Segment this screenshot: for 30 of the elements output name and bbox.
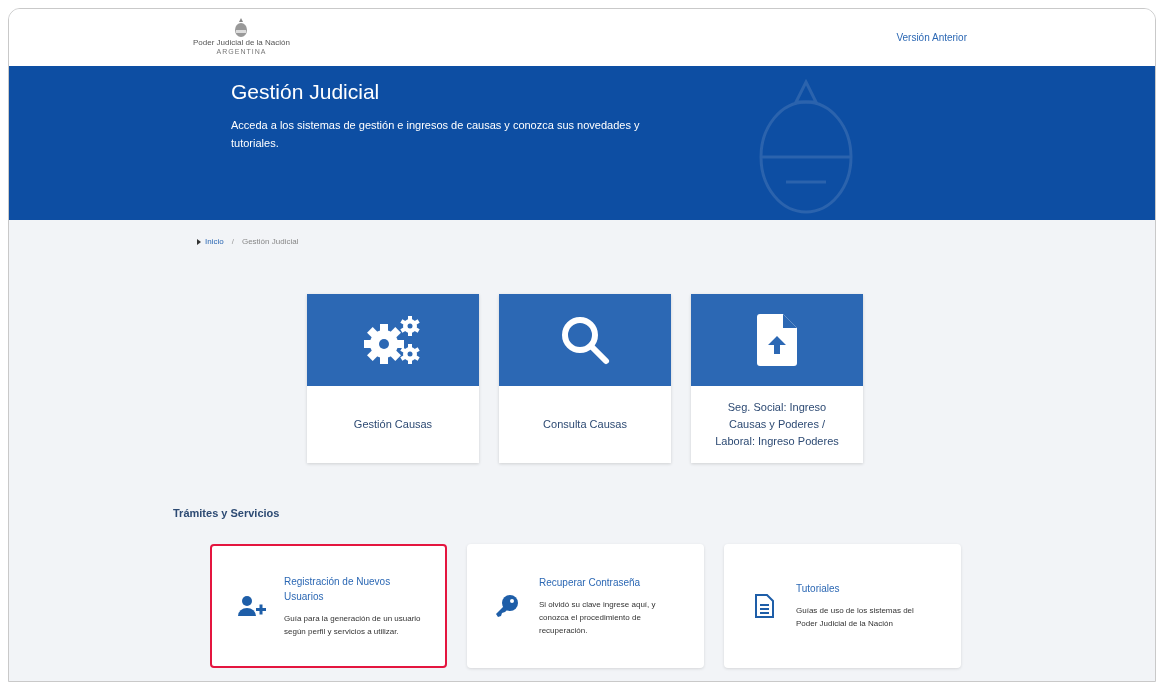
caret-icon: [197, 239, 201, 245]
card-title: Registración de Nuevos Usuarios: [284, 574, 392, 604]
tile-label: Seg. Social: Ingreso Causas y Poderes / Laboral: Ingreso Poderes: [715, 400, 839, 449]
service-card[interactable]: Registración de Nuevos Usuarios Guía para la generación de un usuario según perfil y servicios a utilizar.: [210, 543, 447, 668]
tile-label: Gestión Causas: [353, 417, 433, 432]
breadcrumb-separator: /: [230, 236, 235, 248]
service-tile[interactable]: Gestión Causas: [307, 294, 479, 463]
card-title: Recuperar Contraseña: [539, 575, 642, 590]
card-title: Tutoriales: [796, 582, 841, 596]
service-card[interactable]: Tutoriales Guías de uso de los sistemas del Poder Judicial de la Nación: [724, 543, 961, 668]
service-card[interactable]: Recuperar Contraseña Si olvidó su clave ingrese aquí, y conozca el procedimiento de recuperación.: [467, 543, 704, 668]
logo-title: Poder Judicial de la Nación: [193, 38, 290, 49]
banner-title: Gestión Judicial: [231, 79, 381, 105]
previous-version-link[interactable]: Versión Anterior: [896, 30, 967, 45]
add-user-icon: [238, 595, 266, 616]
service-tile[interactable]: Consulta Causas: [499, 294, 671, 463]
key-icon: [495, 593, 519, 618]
card-description: Guías de uso de los sistemas del Poder Judicial de la Nación: [796, 605, 915, 630]
section-title: Trámites y Servicios: [172, 506, 281, 521]
breadcrumb-link[interactable]: Inicio: [205, 236, 224, 248]
coat-of-arms-icon: [234, 18, 249, 39]
service-tile[interactable]: Seg. Social: Ingreso Causas y Poderes / Laboral: Ingreso Poderes: [691, 294, 863, 463]
card-description: Guía para la generación de un usuario según perfil y servicios a utilizar.: [284, 612, 422, 638]
document-icon: [754, 593, 774, 618]
file-upload-icon: [757, 314, 797, 366]
tile-label: Consulta Causas: [543, 417, 627, 432]
breadcrumb-current: Gestión Judicial: [241, 236, 299, 248]
card-description: Si olvidó su clave ingrese aquí, y conozca el procedimiento de recuperación.: [539, 598, 657, 637]
search-icon: [559, 314, 611, 366]
banner-description: Acceda a los sistemas de gestión e ingresos de causas y conozca sus novedades y tutoriales.: [231, 118, 641, 151]
